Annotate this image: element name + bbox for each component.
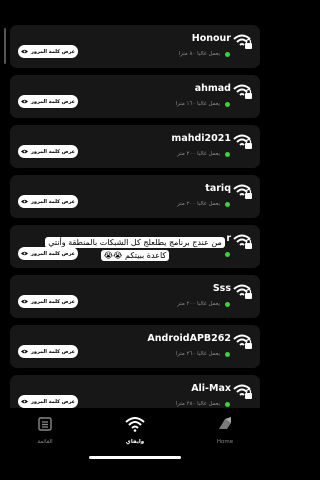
network-card[interactable]: ahmad يعمل غالبا ١٦٠ مترا عرض كلمة المرو… (10, 75, 260, 118)
network-range: يعمل غالبا ٨٠ مترا (178, 51, 220, 57)
show-password-label: عرض كلمة المرور (30, 398, 76, 405)
network-range: يعمل غالبا ٢٠٠ متر (177, 151, 220, 157)
eye-icon (20, 399, 28, 404)
network-ssid: Sss (212, 283, 231, 294)
home-indicator[interactable] (89, 456, 181, 459)
home-icon (219, 417, 231, 429)
network-range: يعمل غالبا ٢٨٠ مترا (175, 401, 220, 407)
network-card[interactable]: mahdi2021 يعمل غالبا ٢٠٠ متر عرض كلمة ال… (10, 125, 260, 168)
tab-menu-label: القائمة (37, 439, 53, 445)
wifi-lock-icon (233, 384, 252, 399)
show-password-button[interactable]: عرض كلمة المرور (18, 345, 78, 358)
wifi-lock-icon (233, 34, 252, 49)
wifi-lock-icon (233, 234, 252, 249)
tab-home-label: Home (216, 439, 234, 445)
show-password-button[interactable]: عرض كلمة المرور (18, 195, 78, 208)
eye-icon (20, 349, 28, 354)
wifi-lock-icon (233, 284, 252, 299)
network-card[interactable]: Sss يعمل غالبا ٢٠٠ متر عرض كلمة المرور (10, 275, 260, 318)
eye-icon (20, 149, 28, 154)
network-ssid: mahdi2021 (171, 133, 231, 144)
caption-text: من عندج برنامج يطلعلج كل الشبكات بالمنطق… (45, 237, 225, 261)
show-password-label: عرض كلمة المرور (30, 148, 76, 155)
status-dot (225, 152, 230, 157)
tab-wifi-label: وايفاي (125, 439, 145, 445)
wifi-lock-icon (233, 134, 252, 149)
eye-icon (20, 49, 28, 54)
video-caption-overlay: من عندج برنامج يطلعلج كل الشبكات بالمنطق… (37, 236, 233, 262)
bottom-tab-bar: Home وايفاي القائمة (0, 408, 270, 480)
show-password-button[interactable]: عرض كلمة المرور (18, 95, 78, 108)
status-dot (225, 202, 230, 207)
show-password-button[interactable]: عرض كلمة المرور (18, 145, 78, 158)
scroll-indicator[interactable] (4, 28, 6, 64)
status-dot (225, 102, 230, 107)
show-password-button[interactable]: عرض كلمة المرور (18, 45, 78, 58)
show-password-label: عرض كلمة المرور (30, 98, 76, 105)
show-password-label: عرض كلمة المرور (30, 198, 76, 205)
tab-menu[interactable]: القائمة (15, 416, 75, 445)
status-dot (225, 52, 230, 57)
show-password-button[interactable]: عرض كلمة المرور (18, 295, 78, 308)
show-password-button[interactable]: عرض كلمة المرور (18, 395, 78, 408)
tab-wifi[interactable]: وايفاي (105, 416, 165, 445)
menu-icon (38, 417, 52, 431)
network-ssid: AndroidAPB262 (147, 333, 231, 344)
show-password-label: عرض كلمة المرور (30, 298, 76, 305)
network-card[interactable]: AndroidAPB262 يعمل غالبا ٢٦٠ مترا عرض كل… (10, 325, 260, 368)
network-ssid: ahmad (194, 83, 231, 94)
wifi-icon (125, 417, 145, 432)
status-dot (225, 302, 230, 307)
eye-icon (20, 199, 28, 204)
network-card[interactable]: Honour يعمل غالبا ٨٠ مترا عرض كلمة المرو… (10, 25, 260, 68)
network-range: يعمل غالبا ١٦٠ مترا (175, 101, 220, 107)
network-range: يعمل غالبا ٢٠٠ متر (177, 201, 220, 207)
wifi-lock-icon (233, 334, 252, 349)
eye-icon (20, 99, 28, 104)
eye-icon (20, 299, 28, 304)
show-password-label: عرض كلمة المرور (30, 48, 76, 55)
wifi-lock-icon (233, 184, 252, 199)
network-range: يعمل غالبا ٢٦٠ مترا (175, 351, 220, 357)
show-password-label: عرض كلمة المرور (30, 348, 76, 355)
network-card[interactable]: tariq يعمل غالبا ٢٠٠ متر عرض كلمة المرور (10, 175, 260, 218)
network-ssid: Honour (191, 33, 231, 44)
eye-icon (20, 251, 28, 256)
tab-home[interactable]: Home (195, 416, 255, 445)
status-dot (225, 402, 230, 407)
network-ssid: Ali-Max (191, 383, 231, 394)
status-dot (225, 352, 230, 357)
network-range: يعمل غالبا ٢٠٠ متر (177, 301, 220, 307)
wifi-lock-icon (233, 84, 252, 99)
network-ssid: tariq (205, 183, 231, 194)
